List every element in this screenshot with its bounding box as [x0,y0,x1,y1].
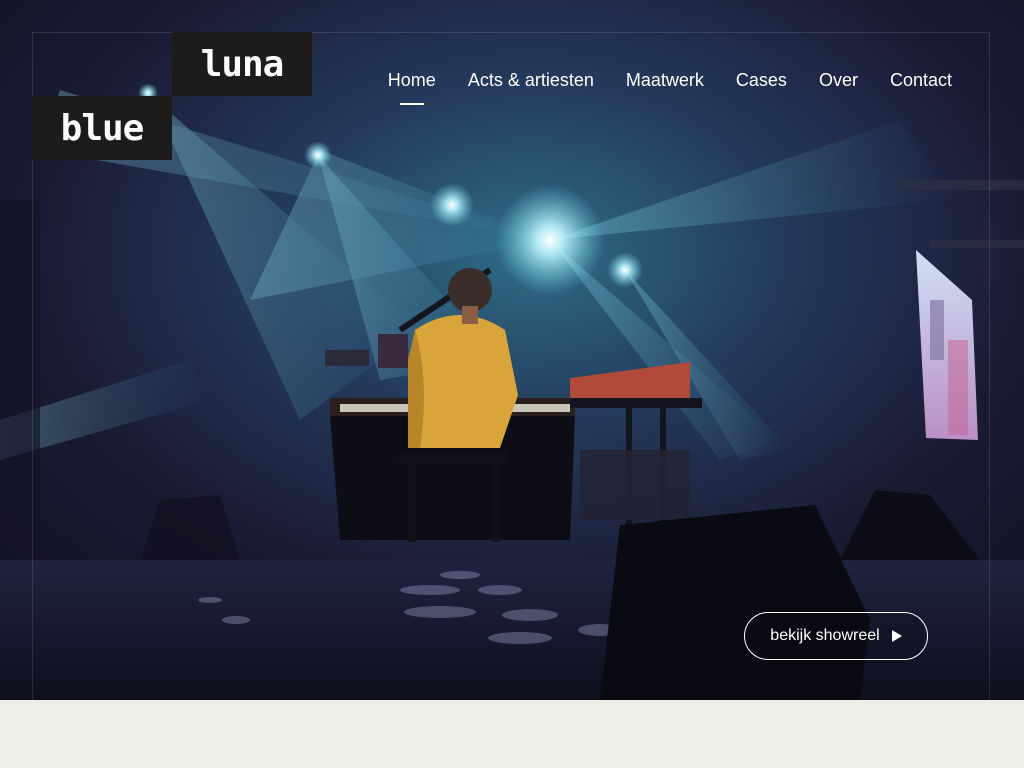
content-section [0,700,1024,768]
showreel-button[interactable]: bekijk showreel [744,612,928,660]
logo-luna[interactable]: luna [172,32,312,96]
showreel-label: bekijk showreel [770,627,880,644]
nav-over[interactable]: Over [819,70,858,97]
nav-home[interactable]: Home [388,70,436,97]
logo-blue[interactable]: blue [32,96,172,160]
nav-contact[interactable]: Contact [890,70,952,97]
main-nav: Home Acts & artiesten Maatwerk Cases Ove… [388,70,952,97]
nav-cases[interactable]: Cases [736,70,787,97]
nav-acts-artiesten[interactable]: Acts & artiesten [468,70,594,97]
play-icon [891,630,902,642]
nav-maatwerk[interactable]: Maatwerk [626,70,704,97]
